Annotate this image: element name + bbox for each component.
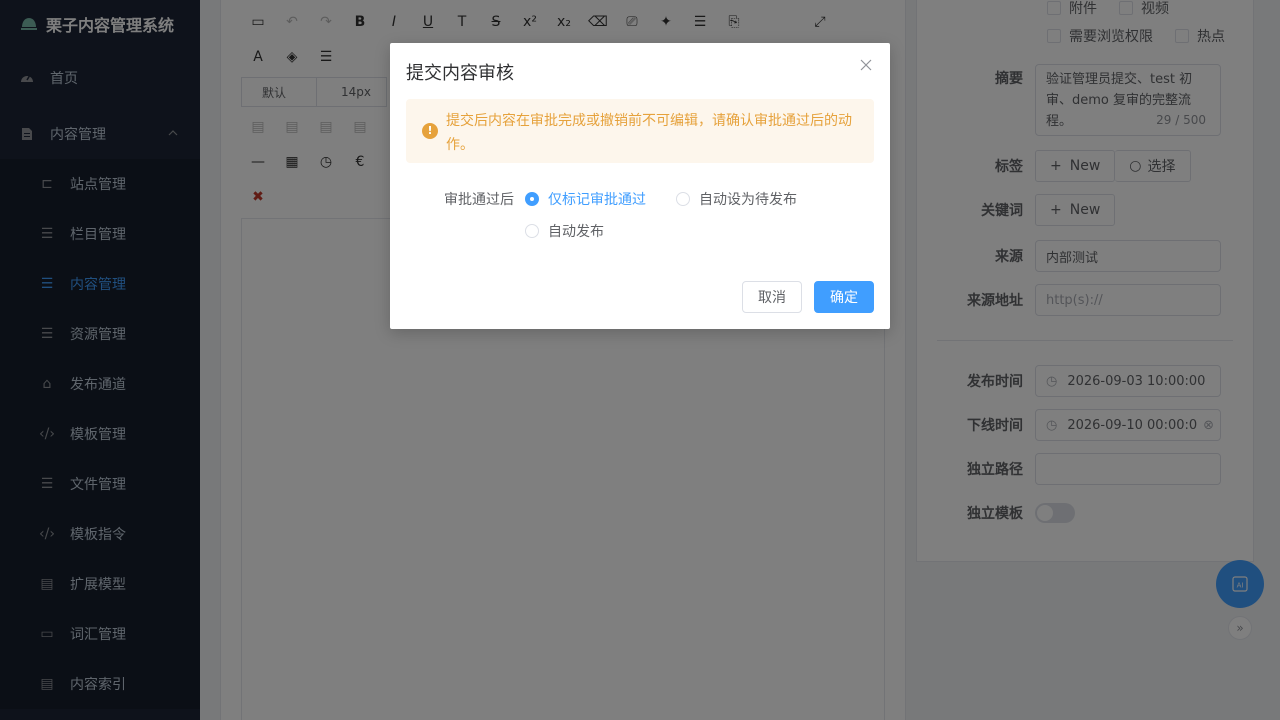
- cancel-button[interactable]: 取消: [742, 281, 802, 313]
- radio-auto-pending[interactable]: 自动设为待发布: [676, 189, 797, 209]
- radio-mark-approved[interactable]: 仅标记审批通过: [525, 189, 646, 209]
- submit-review-dialog: 提交内容审核 ! 提交后内容在审批完成或撤销前不可编辑，请确认审批通过后的动作。…: [390, 43, 890, 329]
- warning-icon: !: [422, 123, 438, 139]
- dialog-title: 提交内容审核: [406, 63, 514, 84]
- radio-auto-publish[interactable]: 自动发布: [525, 221, 604, 241]
- close-icon[interactable]: [858, 57, 874, 73]
- warning-alert: ! 提交后内容在审批完成或撤销前不可编辑，请确认审批通过后的动作。: [406, 99, 874, 163]
- alert-text: 提交后内容在审批完成或撤销前不可编辑，请确认审批通过后的动作。: [446, 113, 852, 153]
- confirm-button[interactable]: 确定: [814, 281, 874, 313]
- after-approval-label: 审批通过后: [444, 192, 514, 208]
